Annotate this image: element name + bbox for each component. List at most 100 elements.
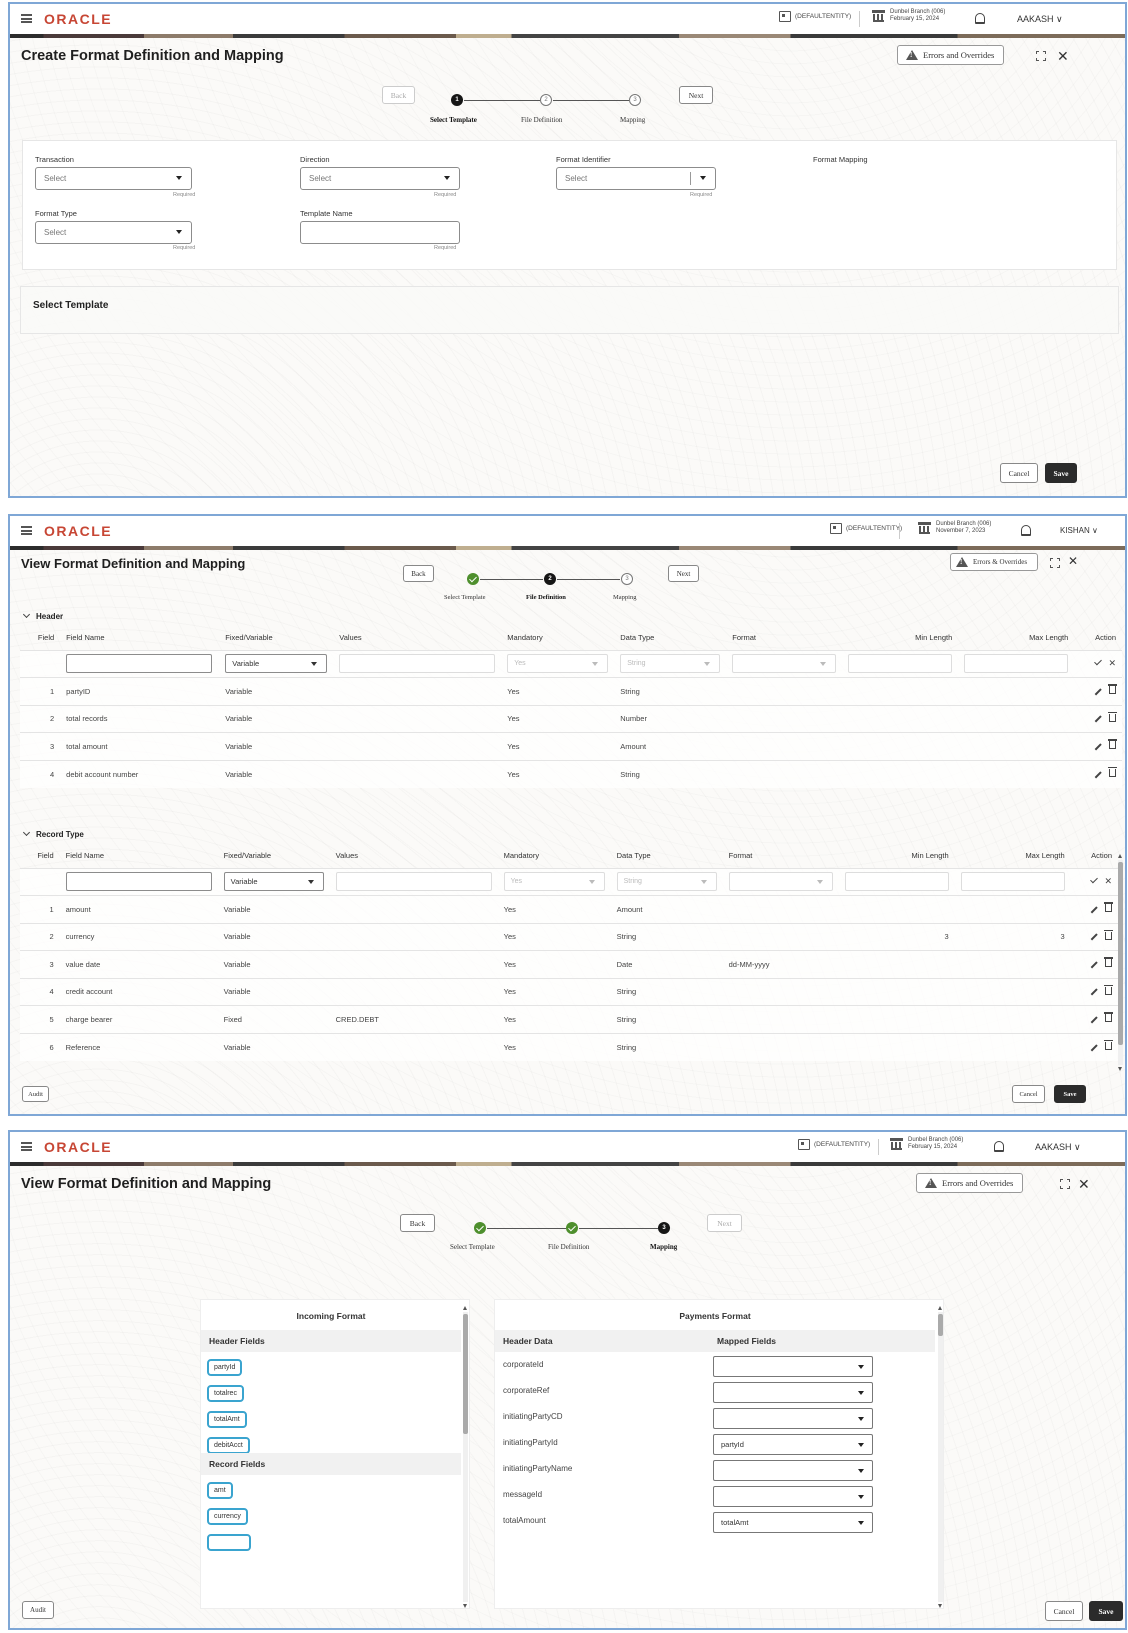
- cancel-x-icon[interactable]: ✕: [1108, 658, 1116, 668]
- edit-pencil-icon[interactable]: [1094, 770, 1102, 778]
- edit-pencil-icon[interactable]: [1090, 906, 1098, 913]
- close-icon[interactable]: ✕: [1057, 48, 1069, 65]
- scroll-up-icon[interactable]: [1118, 854, 1122, 858]
- cancel-button[interactable]: Cancel: [1012, 1085, 1045, 1103]
- mapped-field-select[interactable]: [713, 1486, 873, 1507]
- delete-trash-icon[interactable]: [1108, 767, 1117, 777]
- mapped-field-select[interactable]: partyId: [713, 1434, 873, 1455]
- hamburger-menu-icon[interactable]: [21, 14, 32, 23]
- scroll-down-icon[interactable]: [1118, 1067, 1122, 1071]
- delete-trash-icon[interactable]: [1104, 957, 1113, 968]
- expand-icon[interactable]: [1050, 558, 1060, 568]
- scrollbar-thumb[interactable]: [1118, 862, 1123, 1045]
- notification-bell-icon[interactable]: [994, 1141, 1004, 1152]
- errors-overrides-button[interactable]: Errors and Overrides: [897, 45, 1004, 65]
- expand-icon[interactable]: [1060, 1179, 1070, 1189]
- errors-overrides-button[interactable]: Errors and Overrides: [916, 1173, 1023, 1193]
- record-type-section-toggle[interactable]: Record Type: [22, 828, 84, 839]
- field-name-input[interactable]: [65, 872, 212, 892]
- values-input[interactable]: [335, 872, 492, 892]
- branch-selector[interactable]: Dunbel Branch (006) February 15, 2024: [890, 1137, 963, 1151]
- audit-button[interactable]: Audit: [22, 1086, 49, 1102]
- entity-selector[interactable]: (DEFAULTENTITY): [779, 11, 851, 22]
- cancel-x-icon[interactable]: ✕: [1104, 876, 1112, 886]
- record-table-scrollbar[interactable]: [1118, 854, 1123, 1071]
- edit-pencil-icon[interactable]: [1094, 743, 1102, 750]
- save-button[interactable]: Save: [1089, 1601, 1123, 1621]
- delete-trash-icon[interactable]: [1108, 711, 1117, 722]
- incoming-scrollbar[interactable]: [463, 1306, 468, 1608]
- values-input[interactable]: [339, 654, 496, 674]
- expand-icon[interactable]: [1036, 51, 1046, 61]
- back-button[interactable]: Back: [403, 565, 434, 582]
- delete-trash-icon[interactable]: [1104, 929, 1113, 940]
- mapped-field-select[interactable]: [713, 1356, 873, 1377]
- delete-trash-icon[interactable]: [1104, 902, 1113, 913]
- close-icon[interactable]: ✕: [1078, 1176, 1090, 1193]
- mapped-field-select[interactable]: totalAmt: [713, 1512, 873, 1533]
- close-icon[interactable]: ✕: [1068, 554, 1078, 568]
- scroll-up-icon[interactable]: [938, 1306, 942, 1310]
- scroll-down-icon[interactable]: [938, 1604, 942, 1608]
- transaction-select[interactable]: Select: [35, 167, 192, 190]
- entity-selector[interactable]: (DEFAULTENTITY): [830, 523, 902, 534]
- incoming-field-chip[interactable]: partyId: [207, 1359, 243, 1376]
- max-length-input[interactable]: [960, 872, 1065, 892]
- incoming-field-chip[interactable]: debitAcct: [207, 1437, 250, 1454]
- back-button[interactable]: Back: [382, 86, 415, 104]
- mapped-field-select[interactable]: [713, 1408, 873, 1429]
- delete-trash-icon[interactable]: [1104, 984, 1113, 995]
- delete-trash-icon[interactable]: [1108, 684, 1117, 695]
- user-menu[interactable]: AAKASH ∨: [1035, 1142, 1081, 1153]
- mapped-field-select[interactable]: [713, 1460, 873, 1481]
- payments-scrollbar[interactable]: [938, 1306, 943, 1608]
- incoming-field-chip[interactable]: totalrec: [207, 1385, 244, 1402]
- min-length-input[interactable]: [844, 872, 949, 892]
- next-button[interactable]: Next: [679, 86, 713, 104]
- branch-selector[interactable]: Dunbel Branch (006) February 15, 2024: [872, 9, 945, 23]
- delete-trash-icon[interactable]: [1104, 1012, 1113, 1023]
- user-menu[interactable]: AAKASH ∨: [1017, 14, 1063, 25]
- edit-pencil-icon[interactable]: [1090, 988, 1098, 996]
- edit-pencil-icon[interactable]: [1090, 961, 1098, 968]
- incoming-field-chip[interactable]: totalAmt: [207, 1411, 247, 1428]
- direction-select[interactable]: Select: [300, 167, 460, 190]
- save-button[interactable]: Save: [1045, 463, 1077, 483]
- back-button[interactable]: Back: [400, 1214, 435, 1232]
- errors-overrides-button[interactable]: Errors & Overrides: [950, 553, 1038, 571]
- delete-trash-icon[interactable]: [1108, 739, 1117, 750]
- check-icon[interactable]: [1094, 657, 1103, 666]
- branch-selector[interactable]: Dunbel Branch (006) November 7, 2023: [918, 521, 991, 535]
- format-identifier-select[interactable]: Select: [556, 167, 716, 190]
- save-button[interactable]: Save: [1054, 1085, 1086, 1103]
- incoming-field-chip[interactable]: amt: [207, 1482, 233, 1499]
- format-type-select[interactable]: Select: [35, 221, 192, 244]
- hamburger-menu-icon[interactable]: [21, 526, 32, 535]
- scrollbar-thumb[interactable]: [938, 1314, 943, 1336]
- header-section-toggle[interactable]: Header: [22, 610, 63, 621]
- scroll-down-icon[interactable]: [463, 1604, 467, 1608]
- cancel-button[interactable]: Cancel: [1045, 1601, 1083, 1621]
- field-name-input[interactable]: [66, 654, 213, 674]
- scrollbar-thumb[interactable]: [463, 1314, 468, 1434]
- template-name-input[interactable]: [300, 221, 460, 244]
- edit-pencil-icon[interactable]: [1094, 715, 1102, 723]
- notification-bell-icon[interactable]: [975, 13, 985, 24]
- fixed-variable-select[interactable]: Variable: [225, 654, 328, 674]
- min-length-input[interactable]: [848, 654, 953, 674]
- edit-pencil-icon[interactable]: [1090, 1016, 1098, 1023]
- delete-trash-icon[interactable]: [1104, 1040, 1113, 1050]
- mapped-field-select[interactable]: [713, 1382, 873, 1403]
- check-icon[interactable]: [1090, 875, 1099, 884]
- edit-pencil-icon[interactable]: [1090, 1043, 1098, 1051]
- hamburger-menu-icon[interactable]: [21, 1142, 32, 1151]
- scroll-up-icon[interactable]: [463, 1306, 467, 1310]
- edit-pencil-icon[interactable]: [1094, 688, 1102, 695]
- edit-pencil-icon[interactable]: [1090, 933, 1098, 941]
- entity-selector[interactable]: (DEFAULTENTITY): [798, 1139, 870, 1150]
- incoming-field-chip[interactable]: currency: [207, 1508, 248, 1525]
- next-button[interactable]: Next: [668, 565, 699, 582]
- cancel-button[interactable]: Cancel: [1000, 463, 1038, 483]
- audit-button[interactable]: Audit: [22, 1601, 54, 1619]
- user-menu[interactable]: KISHAN ∨: [1060, 526, 1098, 535]
